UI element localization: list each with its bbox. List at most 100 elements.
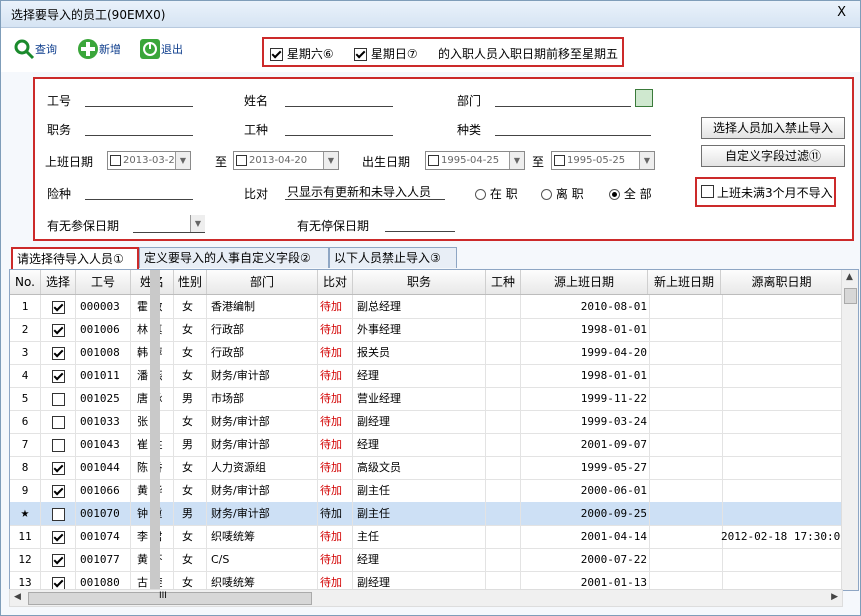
status-all-radio[interactable] [609, 189, 620, 200]
exit-button[interactable]: 退出 [139, 38, 183, 60]
table-row[interactable]: 8001044陈 香女人力资源组待加高级文员1999-05-27 [10, 456, 845, 480]
dept-input[interactable] [495, 92, 631, 107]
table-row[interactable]: 1000003霍 敏女香港编制待加副总经理2010-08-01 [10, 295, 845, 319]
close-button[interactable]: X [837, 5, 846, 20]
has-ins-start-select[interactable]: ▼ [133, 215, 205, 233]
table-row[interactable]: 9001066黄 华女财务/审计部待加副主任2000-06-01 [10, 479, 845, 503]
row-checkbox[interactable] [51, 300, 65, 314]
ban-import-button[interactable]: 选择人员加入禁止导入 [701, 117, 845, 139]
table-row[interactable]: 4001011潘 燕女财务/审计部待加经理1998-01-01 [10, 364, 845, 388]
col-src-leave[interactable]: 源离职日期 [721, 270, 843, 294]
tab-pending-people[interactable]: 请选择待导入人员① [11, 247, 139, 269]
row-checkbox[interactable] [51, 507, 65, 521]
has-ins-stop-input[interactable] [385, 217, 455, 232]
cell-pos: 副主任 [353, 502, 486, 525]
cell-type [486, 548, 521, 571]
horizontal-scroll-thumb[interactable]: III [28, 591, 312, 605]
cell-no: 4 [10, 364, 41, 387]
start-date-from[interactable]: 2013-03-21 ▼ [107, 151, 191, 170]
dept-picker-icon[interactable] [635, 89, 653, 107]
row-checkbox[interactable] [51, 438, 65, 452]
cell-src-leave [721, 295, 845, 318]
category-input[interactable] [495, 121, 651, 136]
row-checkbox[interactable] [51, 392, 65, 406]
chevron-down-icon[interactable]: ▼ [190, 215, 205, 232]
col-sex[interactable]: 性别 [174, 270, 207, 294]
emp-no-input[interactable] [85, 92, 193, 107]
add-button[interactable]: 新增 [77, 38, 121, 60]
compare-select[interactable]: 只显示有更新和未导入人员 [285, 183, 445, 200]
col-dept[interactable]: 部门 [207, 270, 318, 294]
col-new-start[interactable]: 新上班日期 [648, 270, 721, 294]
cell-new-start [648, 295, 723, 318]
name-input[interactable] [285, 92, 393, 107]
vertical-scrollbar[interactable]: ▲ [841, 270, 858, 590]
row-checkbox[interactable] [51, 323, 65, 337]
row-checkbox[interactable] [51, 369, 65, 383]
table-row[interactable]: 12001077黄 芬女C/S待加经理2000-07-22 [10, 548, 845, 572]
status-on-job-option[interactable]: 在 职 [475, 185, 518, 202]
cell-dept: 行政部 [207, 318, 318, 341]
table-row[interactable]: 6 001033 张女财务/审计部 待加 副经理 1999-03-24 [10, 410, 845, 434]
table-row[interactable]: 3001008韩 萍女行政部待加报关员1999-04-20 [10, 341, 845, 365]
row-checkbox[interactable] [51, 553, 65, 567]
row-checkbox[interactable] [51, 346, 65, 360]
col-position[interactable]: 职务 [353, 270, 486, 294]
custom-filter-button[interactable]: 自定义字段过滤⑪ [701, 145, 845, 167]
table-row[interactable]: 13001080古 旋女织唛统筹待加副经理2001-01-13 [10, 571, 845, 590]
start-from-checkbox[interactable] [110, 155, 121, 166]
work-type-input[interactable] [285, 121, 393, 136]
birth-date-from[interactable]: 1995-04-25 ▼ [425, 151, 525, 170]
saturday-option[interactable]: 星期六⑥ [270, 45, 334, 62]
start-to-checkbox[interactable] [236, 155, 247, 166]
chevron-down-icon[interactable]: ▼ [509, 152, 524, 169]
table-row[interactable]: 5001025唐 承男市场部待加营业经理1999-11-22 [10, 387, 845, 411]
exit-icon [140, 39, 160, 59]
col-no[interactable]: No. [10, 270, 41, 294]
status-all-option[interactable]: 全 部 [609, 185, 652, 202]
sunday-checkbox[interactable] [354, 48, 367, 61]
row-checkbox[interactable] [51, 576, 65, 590]
status-left-radio[interactable] [541, 189, 552, 200]
under3-box[interactable]: 上班未满3个月不导入 [695, 177, 836, 207]
scroll-up-icon[interactable]: ▲ [846, 272, 853, 282]
col-work-type[interactable]: 工种 [486, 270, 521, 294]
birth-from-checkbox[interactable] [428, 155, 439, 166]
sunday-option[interactable]: 星期日⑦ [354, 45, 418, 62]
col-compare[interactable]: 比对 [318, 270, 353, 294]
start-date-to[interactable]: 2013-04-20 ▼ [233, 151, 339, 170]
table-row[interactable]: 11001074李 君女织唛统筹待加主任2001-04-142012-02-18… [10, 525, 845, 549]
cell-dept: 财务/审计部 [207, 364, 318, 387]
birth-date-to[interactable]: 1995-05-25 ▼ [551, 151, 655, 170]
col-select[interactable]: 选择 [41, 270, 76, 294]
status-on-job-radio[interactable] [475, 189, 486, 200]
status-left-option[interactable]: 离 职 [541, 185, 584, 202]
col-emp-no[interactable]: 工号 [76, 270, 131, 294]
name-redaction-bar [150, 270, 160, 590]
cell-no: 1 [10, 295, 41, 318]
position-input[interactable] [85, 121, 193, 136]
tab-banned-people[interactable]: 以下人员禁止导入③ [329, 247, 457, 268]
chevron-down-icon[interactable]: ▼ [639, 152, 654, 169]
sunday-label: 星期日⑦ [370, 47, 418, 61]
horizontal-scrollbar[interactable]: ◀ III ▶ [9, 589, 843, 607]
query-button[interactable]: 查询 [13, 38, 57, 60]
table-row[interactable]: 7001043崔 胜男财务/审计部待加经理2001-09-07 [10, 433, 845, 457]
row-checkbox[interactable] [51, 484, 65, 498]
scroll-left-icon[interactable]: ◀ [14, 592, 21, 602]
table-row[interactable]: ★001070钟 重男财务/审计部待加副主任2000-09-25 [10, 502, 845, 526]
insurance-input[interactable] [85, 185, 193, 200]
chevron-down-icon[interactable]: ▼ [323, 152, 338, 169]
vertical-scroll-thumb[interactable] [844, 288, 857, 304]
table-row[interactable]: 2001006林 真女行政部待加外事经理1998-01-01 [10, 318, 845, 342]
tab-custom-fields[interactable]: 定义要导入的人事自定义字段② [139, 247, 329, 268]
birth-to-checkbox[interactable] [554, 155, 565, 166]
scroll-right-icon[interactable]: ▶ [831, 592, 838, 602]
row-checkbox[interactable] [51, 461, 65, 475]
chevron-down-icon[interactable]: ▼ [175, 152, 190, 169]
under3-checkbox[interactable] [701, 185, 714, 198]
row-checkbox[interactable] [51, 415, 65, 429]
saturday-checkbox[interactable] [270, 48, 283, 61]
col-src-start[interactable]: 源上班日期 [521, 270, 648, 294]
row-checkbox[interactable] [51, 530, 65, 544]
